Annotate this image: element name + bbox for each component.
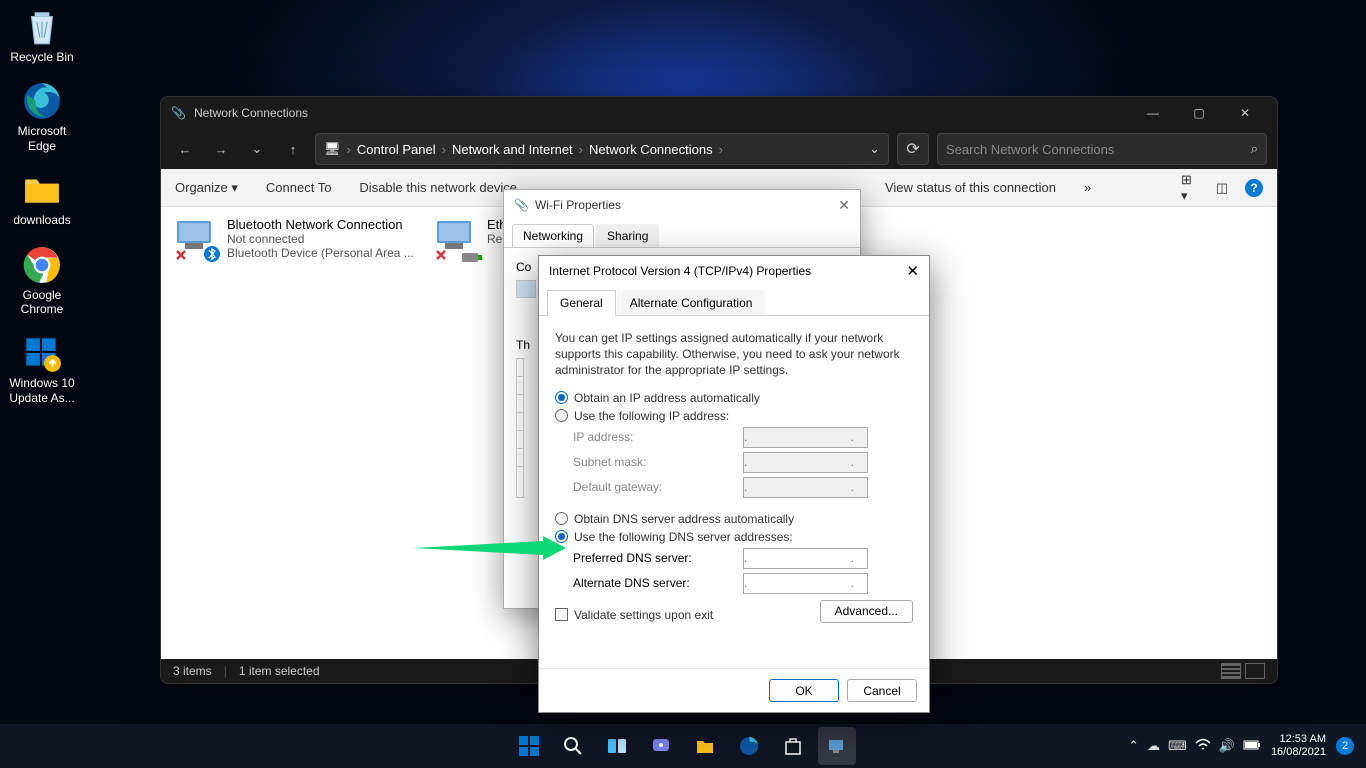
task-view-button[interactable] [598,727,636,765]
tiles-view-button[interactable] [1245,663,1265,679]
dialog-title: Wi-Fi Properties [535,198,621,212]
desktop-icons: Recycle Bin Microsoft Edge downloads Goo… [6,6,78,405]
chat-button[interactable] [642,727,680,765]
battery-icon[interactable] [1243,739,1261,754]
status-selected: 1 item selected [239,664,320,678]
breadcrumb-dropdown-icon[interactable]: ⌄ [869,141,880,157]
default-gateway-input [743,477,868,498]
radio-ip-manual[interactable]: Use the following IP address: [555,409,913,423]
preferred-dns-input[interactable] [743,548,868,569]
chrome-icon[interactable]: Google Chrome [6,244,78,317]
radio-dns-manual[interactable]: Use the following DNS server addresses: [555,530,913,544]
details-view-button[interactable] [1221,663,1241,679]
help-icon[interactable]: ? [1245,179,1263,197]
preview-pane-icon[interactable]: ◫ [1213,179,1231,197]
downloads-folder-icon[interactable]: downloads [6,169,78,227]
ip-address-input [743,427,868,448]
status-items: 3 items [173,664,212,678]
breadcrumb-item[interactable]: Network and Internet [452,142,573,157]
back-button[interactable]: ← [171,135,199,163]
tab-sharing[interactable]: Sharing [596,224,659,247]
volume-icon[interactable]: 🔊 [1219,738,1235,754]
cancel-button[interactable]: Cancel [847,679,917,702]
search-button[interactable] [554,727,592,765]
store-button[interactable] [774,727,812,765]
taskbar: ⌃ ☁ ⌨ 🔊 12:53 AM 16/08/2021 2 [0,724,1366,768]
minimize-button[interactable]: — [1131,98,1175,128]
nav-row: ← → ⌄ ↑ 🖥› Control Panel› Network and In… [161,129,1277,169]
wifi-icon[interactable] [1195,738,1211,755]
breadcrumb-item[interactable]: Control Panel [357,142,436,157]
notification-badge[interactable]: 2 [1336,737,1354,755]
ok-button[interactable]: OK [769,679,839,702]
onedrive-icon[interactable]: ☁ [1147,738,1160,754]
close-icon[interactable]: ✕ [906,262,919,280]
radio-icon [555,409,568,422]
radio-icon [555,512,568,525]
breadcrumb-item[interactable]: Network Connections [589,142,713,157]
alternate-dns-input[interactable] [743,573,868,594]
view-status-button[interactable]: View status of this connection [885,180,1056,195]
close-button[interactable]: ✕ [1223,98,1267,128]
checkbox-icon [555,608,568,621]
radio-dns-auto[interactable]: Obtain DNS server address automatically [555,512,913,526]
dialog-title: Internet Protocol Version 4 (TCP/IPv4) P… [549,264,811,278]
windows-update-icon[interactable]: Windows 10 Update As... [6,332,78,405]
tab-alternate[interactable]: Alternate Configuration [617,290,766,316]
file-explorer-button[interactable] [686,727,724,765]
titlebar[interactable]: 📎 Network Connections — ▢ ✕ [161,97,1277,129]
tab-networking[interactable]: Networking [512,224,594,247]
tab-general[interactable]: General [547,290,616,316]
disable-device-button[interactable]: Disable this network device [359,180,517,195]
search-icon: ⌕ [1251,141,1258,157]
radio-ip-auto[interactable]: Obtain an IP address automatically [555,391,913,405]
recent-button[interactable]: ⌄ [243,135,271,163]
recycle-bin-icon[interactable]: Recycle Bin [6,6,78,64]
toolbar-overflow[interactable]: » [1084,180,1091,195]
network-connections-taskbar-button[interactable] [818,727,856,765]
advanced-button[interactable]: Advanced... [820,600,913,623]
search-input[interactable]: Search Network Connections ⌕ [937,133,1267,165]
breadcrumb[interactable]: 🖥› Control Panel› Network and Internet› … [315,133,889,165]
connection-item-bluetooth[interactable]: Bluetooth Network Connection Not connect… [175,217,415,649]
clock[interactable]: 12:53 AM 16/08/2021 [1271,733,1326,759]
edge-taskbar-button[interactable] [730,727,768,765]
subnet-mask-input [743,452,868,473]
radio-icon [555,391,568,404]
edge-icon[interactable]: Microsoft Edge [6,80,78,153]
maximize-button[interactable]: ▢ [1177,98,1221,128]
tray-chevron-icon[interactable]: ⌃ [1128,738,1139,754]
close-icon[interactable]: ✕ [838,197,850,214]
view-options-icon[interactable]: ⊞ ▾ [1181,179,1199,197]
radio-icon [555,530,568,543]
window-title: Network Connections [194,106,308,120]
description-text: You can get IP settings assigned automat… [555,330,913,379]
up-button[interactable]: ↑ [279,135,307,163]
organize-menu[interactable]: Organize ▾ [175,180,238,196]
breadcrumb-icon: 🖥 [324,141,341,157]
window-icon: 📎 [171,106,186,120]
paperclip-icon: 📎 [514,198,529,212]
refresh-button[interactable]: ⟳ [897,133,929,165]
connect-to-button[interactable]: Connect To [266,180,332,195]
start-button[interactable] [510,727,548,765]
keyboard-icon[interactable]: ⌨ [1168,738,1187,754]
tcpip-properties-dialog: Internet Protocol Version 4 (TCP/IPv4) P… [538,255,930,713]
forward-button[interactable]: → [207,135,235,163]
